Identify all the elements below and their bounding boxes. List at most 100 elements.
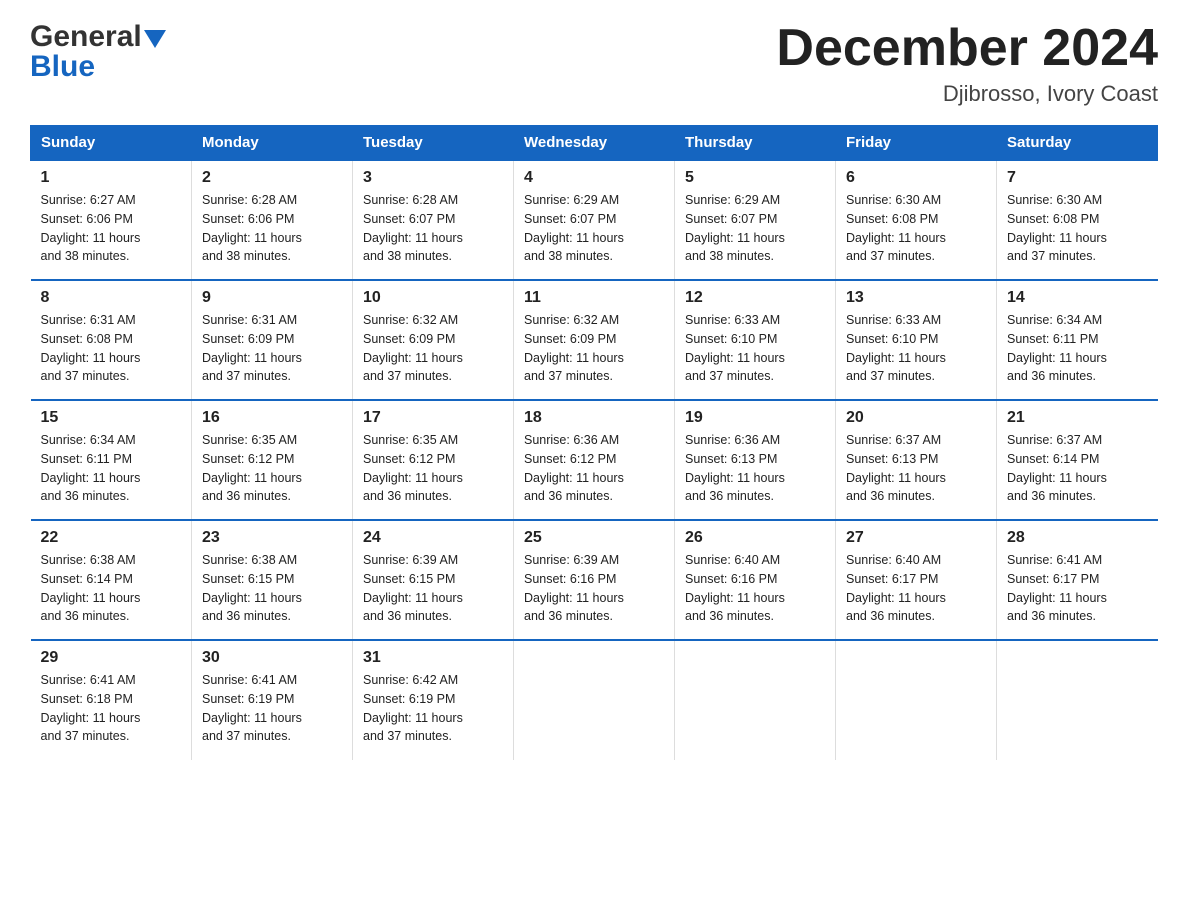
day-info: Sunrise: 6:28 AM Sunset: 6:07 PM Dayligh…	[363, 191, 503, 266]
day-info: Sunrise: 6:41 AM Sunset: 6:17 PM Dayligh…	[1007, 551, 1148, 626]
day-info: Sunrise: 6:39 AM Sunset: 6:15 PM Dayligh…	[363, 551, 503, 626]
day-number: 22	[41, 529, 182, 547]
day-of-week-header: Friday	[836, 126, 997, 161]
calendar-day-cell: 1Sunrise: 6:27 AM Sunset: 6:06 PM Daylig…	[31, 160, 192, 280]
day-info: Sunrise: 6:36 AM Sunset: 6:13 PM Dayligh…	[685, 431, 825, 506]
day-number: 16	[202, 409, 342, 427]
days-of-week-row: SundayMondayTuesdayWednesdayThursdayFrid…	[31, 126, 1158, 161]
day-number: 25	[524, 529, 664, 547]
day-number: 12	[685, 289, 825, 307]
day-number: 27	[846, 529, 986, 547]
day-number: 1	[41, 169, 182, 187]
calendar-day-cell	[997, 640, 1158, 760]
logo-triangle-icon	[144, 30, 166, 48]
day-info: Sunrise: 6:41 AM Sunset: 6:19 PM Dayligh…	[202, 671, 342, 746]
day-of-week-header: Thursday	[675, 126, 836, 161]
day-info: Sunrise: 6:38 AM Sunset: 6:14 PM Dayligh…	[41, 551, 182, 626]
calendar-day-cell: 9 Sunrise: 6:31 AM Sunset: 6:09 PM Daylig…	[192, 280, 353, 400]
day-number: 29	[41, 649, 182, 667]
day-info: Sunrise: 6:29 AM Sunset: 6:07 PM Dayligh…	[685, 191, 825, 266]
calendar-day-cell: 28 Sunrise: 6:41 AM Sunset: 6:17 PM Dayli…	[997, 520, 1158, 640]
day-number: 23	[202, 529, 342, 547]
calendar-day-cell: 8 Sunrise: 6:31 AM Sunset: 6:08 PM Daylig…	[31, 280, 192, 400]
day-of-week-header: Sunday	[31, 126, 192, 161]
calendar-day-cell: 27 Sunrise: 6:40 AM Sunset: 6:17 PM Dayli…	[836, 520, 997, 640]
calendar-week-row: 1Sunrise: 6:27 AM Sunset: 6:06 PM Daylig…	[31, 160, 1158, 280]
calendar-week-row: 22 Sunrise: 6:38 AM Sunset: 6:14 PM Dayli…	[31, 520, 1158, 640]
day-number: 4	[524, 169, 664, 187]
day-number: 26	[685, 529, 825, 547]
day-info: Sunrise: 6:36 AM Sunset: 6:12 PM Dayligh…	[524, 431, 664, 506]
calendar-day-cell: 26 Sunrise: 6:40 AM Sunset: 6:16 PM Dayli…	[675, 520, 836, 640]
day-of-week-header: Wednesday	[514, 126, 675, 161]
page-title: December 2024	[776, 20, 1158, 77]
day-number: 11	[524, 289, 664, 307]
calendar-day-cell: 4 Sunrise: 6:29 AM Sunset: 6:07 PM Daylig…	[514, 160, 675, 280]
calendar-day-cell: 31 Sunrise: 6:42 AM Sunset: 6:19 PM Dayli…	[353, 640, 514, 760]
day-number: 17	[363, 409, 503, 427]
calendar-day-cell: 2 Sunrise: 6:28 AM Sunset: 6:06 PM Daylig…	[192, 160, 353, 280]
day-info: Sunrise: 6:40 AM Sunset: 6:17 PM Dayligh…	[846, 551, 986, 626]
day-of-week-header: Saturday	[997, 126, 1158, 161]
calendar-day-cell: 14Sunrise: 6:34 AM Sunset: 6:11 PM Dayli…	[997, 280, 1158, 400]
logo: General Blue	[30, 20, 166, 84]
day-info: Sunrise: 6:31 AM Sunset: 6:08 PM Dayligh…	[41, 311, 182, 386]
day-info: Sunrise: 6:30 AM Sunset: 6:08 PM Dayligh…	[1007, 191, 1148, 266]
calendar-day-cell: 25 Sunrise: 6:39 AM Sunset: 6:16 PM Dayli…	[514, 520, 675, 640]
calendar-day-cell: 16 Sunrise: 6:35 AM Sunset: 6:12 PM Dayli…	[192, 400, 353, 520]
day-info: Sunrise: 6:42 AM Sunset: 6:19 PM Dayligh…	[363, 671, 503, 746]
page-subtitle: Djibrosso, Ivory Coast	[776, 81, 1158, 107]
day-of-week-header: Monday	[192, 126, 353, 161]
logo-blue-text: Blue	[30, 50, 95, 84]
day-info: Sunrise: 6:37 AM Sunset: 6:14 PM Dayligh…	[1007, 431, 1148, 506]
day-number: 31	[363, 649, 503, 667]
day-number: 28	[1007, 529, 1148, 547]
calendar-day-cell: 22 Sunrise: 6:38 AM Sunset: 6:14 PM Dayli…	[31, 520, 192, 640]
calendar-day-cell	[836, 640, 997, 760]
calendar-day-cell: 15Sunrise: 6:34 AM Sunset: 6:11 PM Dayli…	[31, 400, 192, 520]
day-info: Sunrise: 6:37 AM Sunset: 6:13 PM Dayligh…	[846, 431, 986, 506]
day-info: Sunrise: 6:40 AM Sunset: 6:16 PM Dayligh…	[685, 551, 825, 626]
day-info: Sunrise: 6:33 AM Sunset: 6:10 PM Dayligh…	[846, 311, 986, 386]
day-number: 6	[846, 169, 986, 187]
day-info: Sunrise: 6:32 AM Sunset: 6:09 PM Dayligh…	[524, 311, 664, 386]
day-number: 5	[685, 169, 825, 187]
calendar-header: SundayMondayTuesdayWednesdayThursdayFrid…	[31, 126, 1158, 161]
calendar-day-cell: 13 Sunrise: 6:33 AM Sunset: 6:10 PM Dayli…	[836, 280, 997, 400]
calendar-day-cell: 30 Sunrise: 6:41 AM Sunset: 6:19 PM Dayli…	[192, 640, 353, 760]
day-number: 19	[685, 409, 825, 427]
day-number: 9	[202, 289, 342, 307]
day-of-week-header: Tuesday	[353, 126, 514, 161]
day-number: 2	[202, 169, 342, 187]
calendar-day-cell: 24 Sunrise: 6:39 AM Sunset: 6:15 PM Dayli…	[353, 520, 514, 640]
calendar-table: SundayMondayTuesdayWednesdayThursdayFrid…	[30, 125, 1158, 760]
day-number: 7	[1007, 169, 1148, 187]
calendar-day-cell: 3 Sunrise: 6:28 AM Sunset: 6:07 PM Daylig…	[353, 160, 514, 280]
day-info: Sunrise: 6:38 AM Sunset: 6:15 PM Dayligh…	[202, 551, 342, 626]
day-info: Sunrise: 6:30 AM Sunset: 6:08 PM Dayligh…	[846, 191, 986, 266]
day-info: Sunrise: 6:31 AM Sunset: 6:09 PM Dayligh…	[202, 311, 342, 386]
title-area: December 2024 Djibrosso, Ivory Coast	[776, 20, 1158, 107]
day-number: 30	[202, 649, 342, 667]
day-info: Sunrise: 6:35 AM Sunset: 6:12 PM Dayligh…	[202, 431, 342, 506]
calendar-day-cell: 5 Sunrise: 6:29 AM Sunset: 6:07 PM Daylig…	[675, 160, 836, 280]
calendar-day-cell: 12Sunrise: 6:33 AM Sunset: 6:10 PM Dayli…	[675, 280, 836, 400]
calendar-day-cell: 10 Sunrise: 6:32 AM Sunset: 6:09 PM Dayli…	[353, 280, 514, 400]
calendar-day-cell: 6 Sunrise: 6:30 AM Sunset: 6:08 PM Daylig…	[836, 160, 997, 280]
day-number: 13	[846, 289, 986, 307]
calendar-day-cell: 17Sunrise: 6:35 AM Sunset: 6:12 PM Dayli…	[353, 400, 514, 520]
header: General Blue December 2024 Djibrosso, Iv…	[30, 20, 1158, 107]
day-info: Sunrise: 6:29 AM Sunset: 6:07 PM Dayligh…	[524, 191, 664, 266]
day-number: 8	[41, 289, 182, 307]
calendar-day-cell: 11 Sunrise: 6:32 AM Sunset: 6:09 PM Dayli…	[514, 280, 675, 400]
day-info: Sunrise: 6:32 AM Sunset: 6:09 PM Dayligh…	[363, 311, 503, 386]
day-number: 3	[363, 169, 503, 187]
day-number: 10	[363, 289, 503, 307]
day-info: Sunrise: 6:39 AM Sunset: 6:16 PM Dayligh…	[524, 551, 664, 626]
day-number: 24	[363, 529, 503, 547]
calendar-day-cell: 23 Sunrise: 6:38 AM Sunset: 6:15 PM Dayli…	[192, 520, 353, 640]
day-info: Sunrise: 6:28 AM Sunset: 6:06 PM Dayligh…	[202, 191, 342, 266]
day-number: 21	[1007, 409, 1148, 427]
calendar-day-cell	[675, 640, 836, 760]
day-number: 15	[41, 409, 182, 427]
